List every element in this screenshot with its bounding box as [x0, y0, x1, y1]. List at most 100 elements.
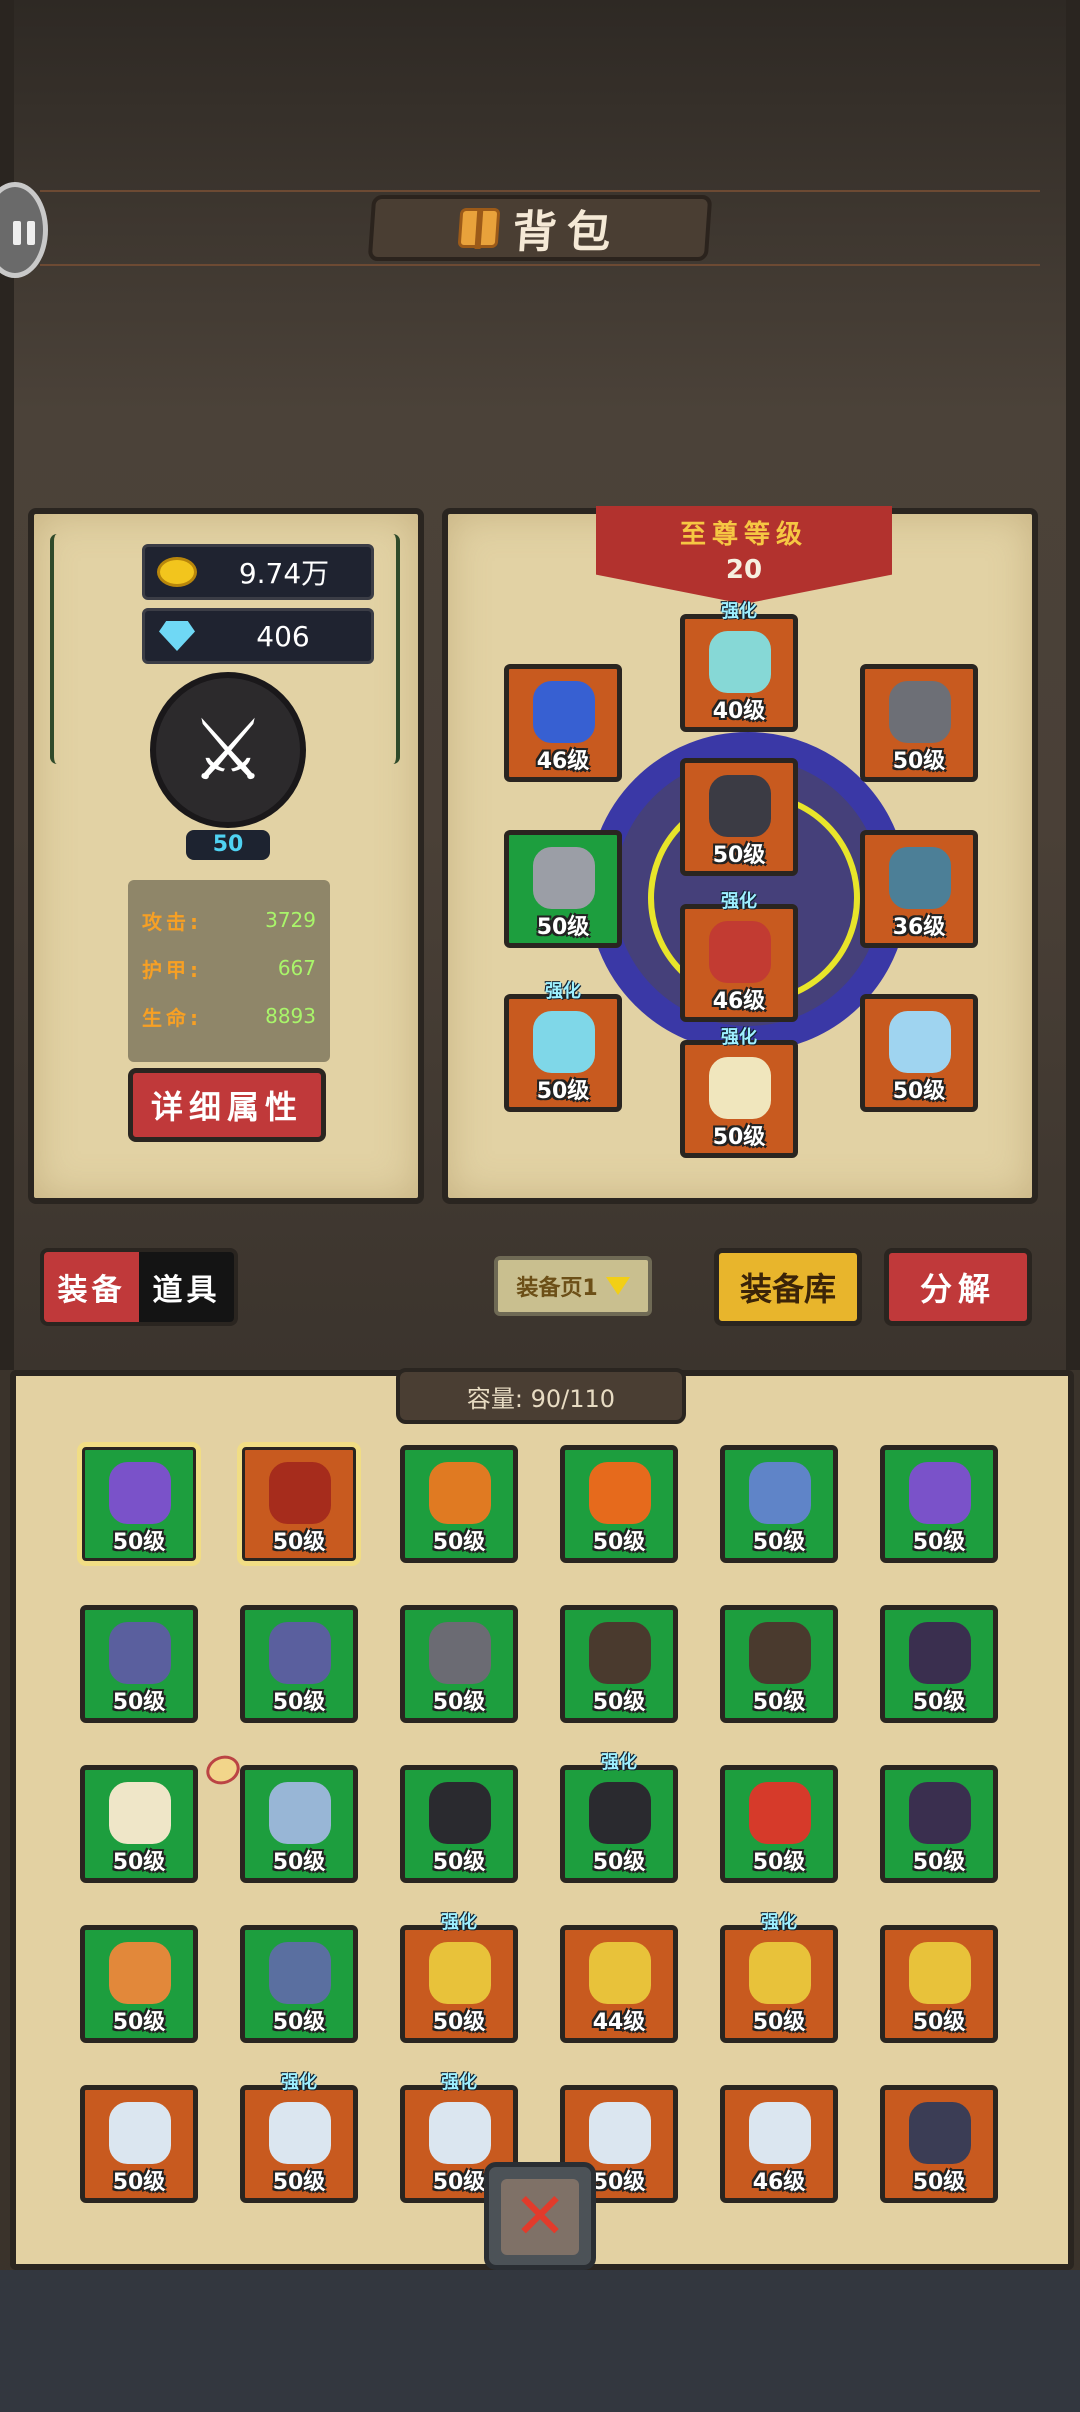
item-level: 50级 [752, 1850, 806, 1875]
detail-attributes-button[interactable]: 详细属性 [128, 1068, 326, 1142]
inventory-item[interactable]: 50级 [240, 1605, 358, 1723]
rank-banner: 至尊等级 20 [596, 506, 892, 604]
item-level: 46级 [752, 2170, 806, 2195]
item-level: 50级 [712, 843, 766, 868]
item-level: 50级 [272, 1530, 326, 1555]
item-level: 50级 [752, 2010, 806, 2035]
hero-panel: 9.74万 406 ⚔ 50 攻击: 3729 护甲: 667 生命: 8893… [28, 508, 424, 1204]
gem-display: 406 [142, 608, 374, 664]
item-level: 50级 [272, 2170, 326, 2195]
item-level: 50级 [272, 2010, 326, 2035]
bag-icon [457, 208, 501, 248]
inventory-item[interactable]: 强化 50级 [240, 2072, 358, 2203]
item-level: 50级 [912, 1530, 966, 1555]
coin-icon [157, 557, 197, 587]
inventory-item[interactable]: 50级 [400, 1765, 518, 1883]
inventory-item[interactable]: 50级 [240, 1765, 358, 1883]
equip-slot-weapon-left[interactable]: 强化 50级 [504, 981, 622, 1112]
item-level: 50级 [912, 2170, 966, 2195]
equipment-icon [589, 2102, 651, 2164]
inventory-item[interactable]: 50级 [240, 1925, 358, 2043]
stat-label: 攻击: [142, 909, 202, 934]
inventory-item[interactable]: 50级 [880, 1925, 998, 2043]
inventory-item[interactable]: 50级 [880, 2085, 998, 2203]
stat-value: 8893 [265, 1004, 316, 1028]
gold-amount: 9.74万 [238, 557, 330, 590]
equipment-icon [429, 1942, 491, 2004]
inventory-item[interactable]: 50级 [560, 1605, 678, 1723]
inventory-item[interactable]: 50级 [80, 1925, 198, 2043]
item-level: 44级 [592, 2010, 646, 2035]
close-button[interactable]: ✕ [484, 2162, 596, 2270]
capacity-label: 容量: 90/110 [396, 1368, 686, 1424]
diamond-icon [159, 621, 195, 651]
helmet-icon [709, 631, 771, 693]
inventory-item[interactable]: 50级 [880, 1445, 998, 1563]
rank-title: 至尊等级 [679, 520, 808, 550]
equipment-icon [749, 1782, 811, 1844]
item-level: 50级 [892, 1079, 946, 1104]
inventory-item[interactable]: 46级 [720, 2085, 838, 2203]
enhanced-label: 强化 [601, 1752, 637, 1773]
equip-slot-gloves[interactable]: 50级 [504, 830, 622, 948]
inventory-item[interactable]: 50级 [237, 1442, 361, 1566]
enhanced-label: 强化 [441, 2072, 477, 2093]
item-level: 50级 [272, 1690, 326, 1715]
equipment-icon [269, 1782, 331, 1844]
equipment-icon [269, 1462, 331, 1524]
inventory-item[interactable]: 强化 50级 [720, 1912, 838, 2043]
equip-slot-armor[interactable]: 50级 [680, 758, 798, 876]
ring-left-icon [533, 681, 595, 743]
equipment-icon [429, 1462, 491, 1524]
divider [40, 264, 1040, 266]
equipment-page-dropdown[interactable]: 装备页1 [494, 1256, 652, 1316]
inventory-item[interactable]: 50级 [720, 1765, 838, 1883]
equip-slot-weapon-right[interactable]: 50级 [860, 994, 978, 1112]
warehouse-button[interactable]: 装备库 [714, 1248, 862, 1326]
inventory-item[interactable]: 50级 [880, 1605, 998, 1723]
enhanced-label: 强化 [721, 601, 757, 622]
inventory-item[interactable]: 强化 50级 [400, 1912, 518, 2043]
inventory-item[interactable]: 50级 [400, 1605, 518, 1723]
inventory-item[interactable]: 50级 [80, 1765, 198, 1883]
equip-slot-helmet[interactable]: 强化 40级 [680, 601, 798, 732]
inventory-item[interactable]: 50级 [720, 1605, 838, 1723]
equip-slot-boots[interactable]: 强化 50级 [680, 1027, 798, 1158]
stats-box: 攻击: 3729 护甲: 667 生命: 8893 [128, 880, 330, 1062]
equip-slot-belt[interactable]: 强化 46级 [680, 891, 798, 1022]
inventory-item[interactable]: 强化 50级 [560, 1752, 678, 1883]
decompose-button[interactable]: 分解 [884, 1248, 1032, 1326]
vine-decoration [50, 534, 64, 764]
equip-slot-ring-left[interactable]: 46级 [504, 664, 622, 782]
tab-items[interactable]: 道具 [139, 1252, 234, 1322]
item-level: 36级 [892, 915, 946, 940]
gloves-icon [533, 847, 595, 909]
inventory-item[interactable]: 50级 [80, 2085, 198, 2203]
inventory-item[interactable]: 50级 [77, 1442, 201, 1566]
equipment-icon [909, 1622, 971, 1684]
equipment-icon [109, 1942, 171, 2004]
equipment-icon [429, 2102, 491, 2164]
item-level: 50级 [112, 2170, 166, 2195]
equip-slot-necklace[interactable]: 50级 [860, 664, 978, 782]
inventory-item[interactable]: 50级 [80, 1605, 198, 1723]
item-level: 50级 [912, 1850, 966, 1875]
equip-slot-bracelet[interactable]: 36级 [860, 830, 978, 948]
equipment-icon [749, 2102, 811, 2164]
item-level: 50级 [432, 2010, 486, 2035]
item-level: 50级 [712, 1125, 766, 1150]
stat-label: 护甲: [142, 957, 202, 982]
stat-value: 3729 [265, 908, 316, 932]
item-level: 50级 [592, 1530, 646, 1555]
equipment-icon [909, 1462, 971, 1524]
tab-equipment[interactable]: 装备 [44, 1252, 139, 1322]
inventory-item[interactable]: 44级 [560, 1925, 678, 2043]
inventory-item[interactable]: 50级 [880, 1765, 998, 1883]
stat-value: 667 [277, 956, 316, 980]
inventory-item[interactable]: 50级 [400, 1445, 518, 1563]
inventory-item[interactable]: 50级 [720, 1445, 838, 1563]
equipment-icon [909, 1782, 971, 1844]
inventory-item[interactable]: 50级 [560, 1445, 678, 1563]
stat-armor: 护甲: 667 [128, 944, 330, 992]
equipment-icon [269, 1942, 331, 2004]
